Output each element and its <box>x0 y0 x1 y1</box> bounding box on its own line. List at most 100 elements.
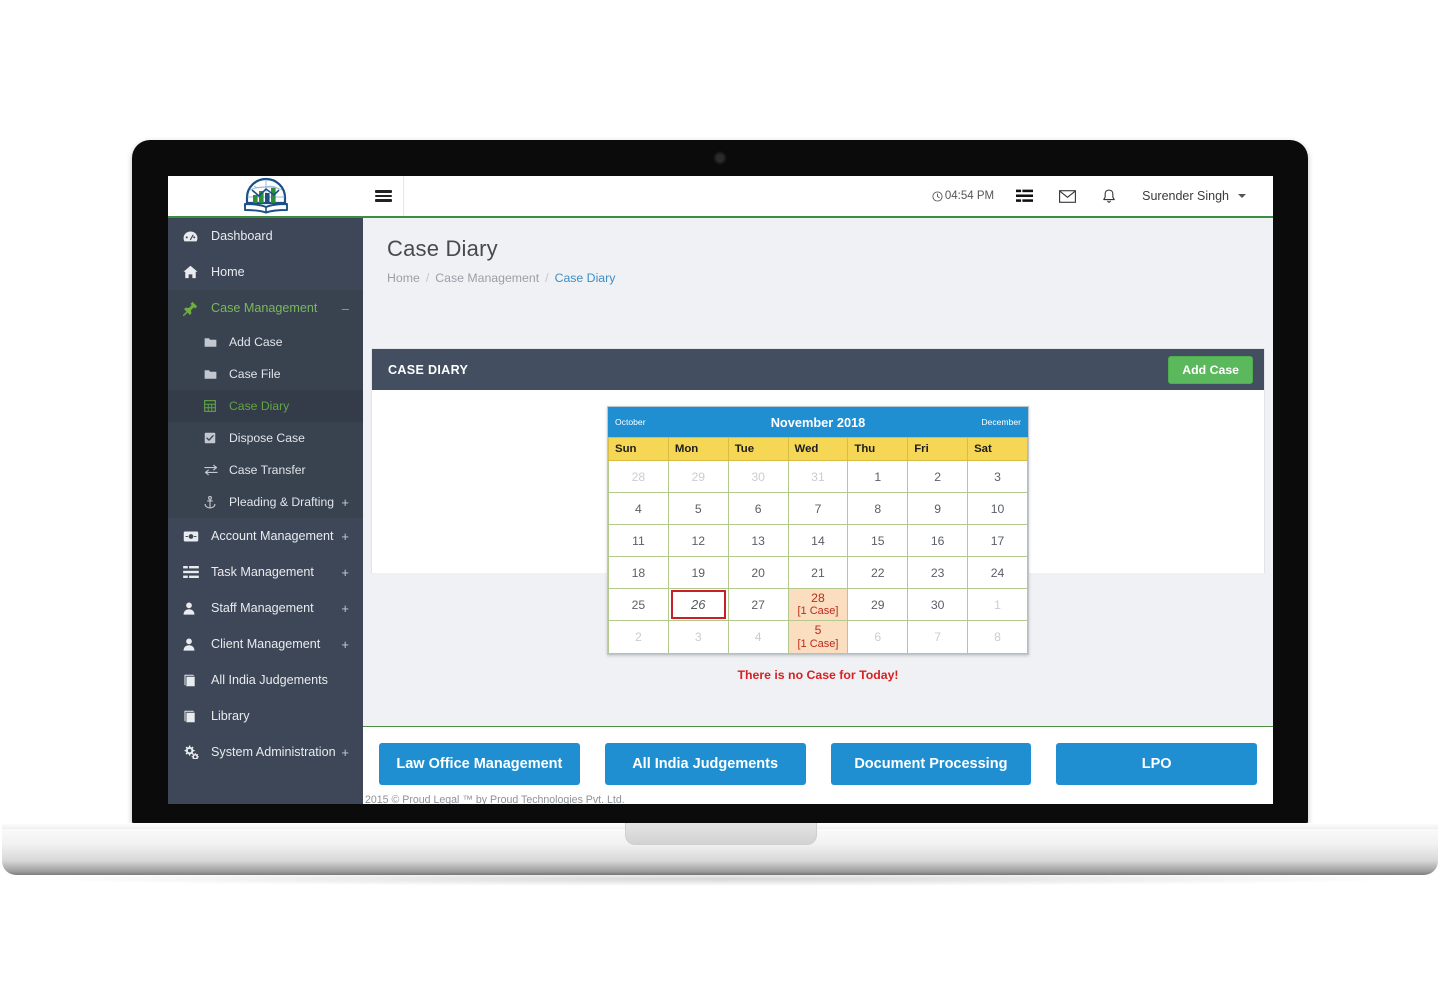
calendar-day-cell-outside[interactable]: 28 <box>608 460 669 493</box>
sidebar-item-task-management[interactable]: Task Management + <box>168 554 363 590</box>
calendar-day-cell[interactable]: 22 <box>847 556 909 589</box>
sidebar-item-label: Library <box>211 709 250 723</box>
calendar-day-cell[interactable]: 8 <box>847 492 909 525</box>
calendar-day-cell[interactable]: 2 <box>907 460 969 493</box>
envelope-icon <box>1059 189 1077 203</box>
sidebar-subitem-dispose-case[interactable]: Dispose Case <box>168 422 363 454</box>
sidebar-subitem-case-diary[interactable]: Case Diary <box>168 390 363 422</box>
calendar-day-cell[interactable]: 27 <box>727 587 789 622</box>
calendar-day-cell[interactable]: 5 <box>667 492 729 525</box>
all-india-judgements-button[interactable]: All India Judgements <box>604 743 806 785</box>
calendar-day-cell-with-case[interactable]: 5 [1 Case] <box>787 620 849 654</box>
calendar-day-cell-outside[interactable]: 29 <box>667 460 729 493</box>
calendar-day-cell-outside[interactable]: 7 <box>907 620 969 654</box>
breadcrumb-item-case-diary: Case Diary <box>554 271 616 285</box>
sidebar-subitem-case-file[interactable]: Case File <box>168 358 363 390</box>
user-icon <box>183 602 203 615</box>
time-label: 04:54 PM <box>944 190 995 202</box>
page-footer: Law Office Management All India Judgemen… <box>363 726 1273 804</box>
calendar-day-cell-outside[interactable]: 6 <box>847 620 909 654</box>
calendar-day-cell-with-case[interactable]: 28 [1 Case] <box>787 587 849 622</box>
sidebar-subitem-label: Case Diary <box>229 399 290 413</box>
sidebar-item-case-management[interactable]: Case Management – <box>168 290 363 326</box>
laptop-shadow <box>40 872 1400 886</box>
sidebar-item-home[interactable]: Home <box>168 254 363 290</box>
document-processing-button[interactable]: Document Processing <box>830 743 1032 785</box>
laptop-mockup: 04:54 PM Surender Singh Dashboard Home C… <box>0 0 1440 1000</box>
sidebar-item-dashboard[interactable]: Dashboard <box>168 218 363 254</box>
breadcrumb-item-home[interactable]: Home <box>387 271 420 285</box>
weekday-header: Fri <box>907 437 969 461</box>
messages-button[interactable] <box>1046 176 1089 216</box>
folder-icon <box>204 337 222 348</box>
tasks-button[interactable] <box>1003 176 1046 216</box>
sidebar-item-account-management[interactable]: Account Management + <box>168 518 363 554</box>
expand-indicator: + <box>341 744 349 760</box>
breadcrumb-item-case-management[interactable]: Case Management <box>435 271 539 285</box>
webcam-icon <box>716 154 724 162</box>
calendar-day-cell[interactable]: 25 <box>608 587 669 622</box>
calendar-day-cell[interactable]: 20 <box>727 556 789 589</box>
calendar-day-cell-outside[interactable]: 1 <box>967 587 1028 622</box>
calendar-day-cell[interactable]: 7 <box>787 492 849 525</box>
calendar-day-cell-outside[interactable]: 8 <box>967 620 1028 654</box>
add-case-button[interactable]: Add Case <box>1168 355 1253 384</box>
calendar-day-cell[interactable]: 12 <box>667 524 729 557</box>
sidebar-subitem-pleading-drafting[interactable]: Pleading & Drafting + <box>168 486 363 518</box>
calendar-day-cell[interactable]: 3 <box>967 460 1028 493</box>
calendar-day-cell[interactable]: 14 <box>787 524 849 557</box>
menu-toggle-button[interactable] <box>364 176 404 216</box>
calendar-day-cell-today[interactable]: 26 <box>667 587 729 622</box>
anchor-icon <box>204 495 222 509</box>
calendar-day-cell[interactable]: 17 <box>967 524 1028 557</box>
sidebar-subitem-case-transfer[interactable]: Case Transfer <box>168 454 363 486</box>
panel-title: CASE DIARY <box>388 362 469 377</box>
user-menu[interactable]: Surender Singh <box>1129 176 1259 216</box>
calendar-day-cell[interactable]: 6 <box>727 492 789 525</box>
calendar-day-cell[interactable]: 23 <box>907 556 969 589</box>
calendar-day-cell-outside[interactable]: 4 <box>727 620 789 654</box>
weekday-header: Thu <box>847 437 909 461</box>
calendar-day-cell[interactable]: 18 <box>608 556 669 589</box>
lpo-button[interactable]: LPO <box>1056 743 1257 785</box>
calendar-day-cell-outside[interactable]: 3 <box>667 620 729 654</box>
sidebar-item-system-administration[interactable]: System Administration + <box>168 734 363 770</box>
sidebar-item-staff-management[interactable]: Staff Management + <box>168 590 363 626</box>
calendar-week-row: 18 19 20 21 22 23 24 <box>608 556 1028 589</box>
copyright-text: 2015 © Proud Legal ™ by Proud Technologi… <box>365 794 625 804</box>
calendar-week-row: 2 3 4 5 [1 Case] 6 7 8 <box>608 620 1028 654</box>
calendar-day-cell[interactable]: 29 <box>847 587 909 622</box>
calendar-day-cell[interactable]: 1 <box>847 460 909 493</box>
calendar-day-cell[interactable]: 13 <box>727 524 789 557</box>
sidebar-item-library[interactable]: Library <box>168 698 363 734</box>
calendar-day-cell-outside[interactable]: 30 <box>727 460 789 493</box>
calendar-day-cell[interactable]: 4 <box>608 492 669 525</box>
expand-indicator: + <box>341 564 349 580</box>
calendar-week-row: 28 29 30 31 1 2 3 <box>608 460 1028 493</box>
calendar-day-cell[interactable]: 24 <box>967 556 1028 589</box>
sidebar-item-all-india-judgements[interactable]: All India Judgements <box>168 662 363 698</box>
sidebar-subitem-add-case[interactable]: Add Case <box>168 326 363 358</box>
calendar-day-cell-outside[interactable]: 31 <box>787 460 849 493</box>
sidebar-subitem-label: Pleading & Drafting <box>229 495 335 509</box>
notifications-button[interactable] <box>1089 176 1129 216</box>
calendar-day-cell[interactable]: 9 <box>907 492 969 525</box>
brand-logo[interactable] <box>168 176 363 216</box>
breadcrumb-separator: / <box>545 271 549 285</box>
calendar-day-cell[interactable]: 11 <box>608 524 669 557</box>
weekday-header: Tue <box>727 437 789 461</box>
calendar-day-cell[interactable]: 30 <box>907 587 969 622</box>
calendar-day-cell[interactable]: 19 <box>667 556 729 589</box>
calendar-day-cell[interactable]: 16 <box>907 524 969 557</box>
calendar-day-cell[interactable]: 15 <box>847 524 909 557</box>
no-case-message: There is no Case for Today! <box>737 667 899 682</box>
calendar-day-cell[interactable]: 10 <box>967 492 1028 525</box>
case-diary-panel: CASE DIARY Add Case October November 201… <box>371 348 1265 682</box>
calendar-day-cell-outside[interactable]: 2 <box>608 620 669 654</box>
law-office-management-button[interactable]: Law Office Management <box>379 743 580 785</box>
calendar-prev-month[interactable]: October <box>615 417 646 427</box>
calendar-day-cell[interactable]: 21 <box>787 556 849 589</box>
submenu-case-management: Add Case Case File Case Diary Dispose Ca… <box>168 326 363 518</box>
sidebar-item-client-management[interactable]: Client Management + <box>168 626 363 662</box>
calendar-next-month[interactable]: December <box>981 417 1021 427</box>
